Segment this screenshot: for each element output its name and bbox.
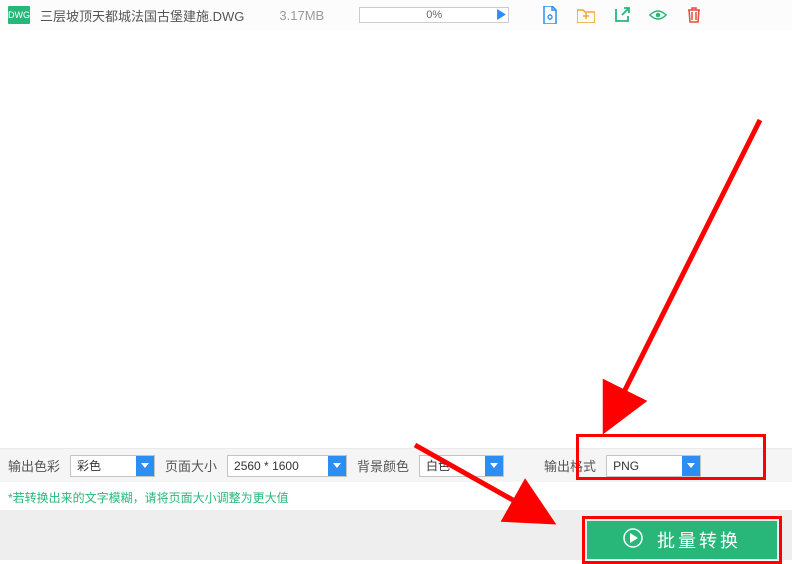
bg-color-label: 背景颜色: [357, 456, 409, 475]
preview-area: [0, 30, 792, 448]
toolbar-icons: [541, 6, 703, 24]
page-size-label: 页面大小: [165, 456, 217, 475]
progress-text: 0%: [426, 9, 442, 21]
play-icon[interactable]: [497, 9, 506, 23]
page-size-value: 2560 * 1600: [234, 459, 299, 473]
eye-icon[interactable]: [649, 6, 667, 24]
play-circle-icon: [623, 528, 643, 553]
output-color-select[interactable]: 彩色: [70, 455, 155, 477]
output-color-label: 输出色彩: [8, 456, 60, 475]
progress-bar: 0%: [359, 7, 509, 23]
chevron-down-icon: [136, 456, 154, 476]
trash-icon[interactable]: [685, 6, 703, 24]
bottom-bar: 批量转换: [0, 510, 792, 560]
annotation-box: 批量转换: [582, 516, 782, 564]
output-format-value: PNG: [613, 459, 639, 473]
output-format-label: 输出格式: [544, 456, 596, 475]
hint-bar: *若转换出来的文字模糊，请将页面大小调整为更大值: [0, 482, 792, 512]
chevron-down-icon: [485, 456, 503, 476]
chevron-down-icon: [682, 456, 700, 476]
output-format-select[interactable]: PNG: [606, 455, 701, 477]
file-name: 三层坡顶天都城法国古堡建施.DWG: [40, 6, 244, 25]
options-bar: 输出色彩 彩色 页面大小 2560 * 1600 背景颜色 白色 输出格式 PN…: [0, 448, 792, 482]
file-size: 3.17MB: [279, 8, 324, 23]
file-row: DWG 三层坡顶天都城法国古堡建施.DWG 3.17MB 0%: [0, 0, 792, 30]
document-icon[interactable]: [541, 6, 559, 24]
bg-color-select[interactable]: 白色: [419, 455, 504, 477]
dwg-badge: DWG: [8, 6, 30, 24]
page-size-select[interactable]: 2560 * 1600: [227, 455, 347, 477]
export-icon[interactable]: [613, 6, 631, 24]
folder-icon[interactable]: [577, 6, 595, 24]
output-color-value: 彩色: [77, 457, 101, 474]
chevron-down-icon: [328, 456, 346, 476]
bg-color-value: 白色: [426, 457, 450, 474]
hint-text: *若转换出来的文字模糊，请将页面大小调整为更大值: [8, 489, 289, 506]
batch-convert-button[interactable]: 批量转换: [587, 521, 777, 559]
batch-convert-label: 批量转换: [657, 527, 741, 553]
